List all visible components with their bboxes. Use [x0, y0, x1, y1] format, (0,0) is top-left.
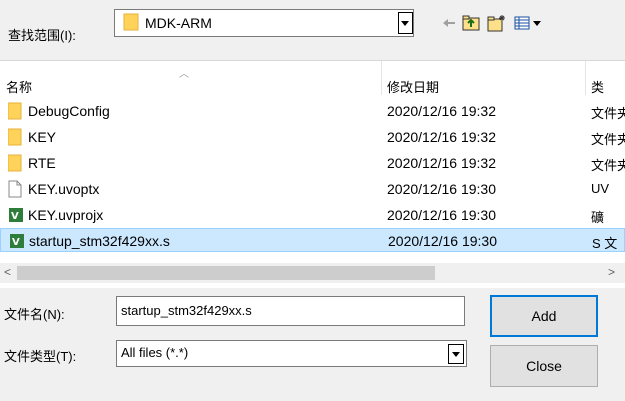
column-date[interactable]: 修改日期 — [387, 77, 439, 96]
new-folder-button[interactable] — [487, 12, 507, 34]
list-item[interactable]: DebugConfig 2020/12/16 19:32 文件夹 — [0, 99, 625, 123]
folder-icon — [7, 102, 22, 123]
column-name[interactable]: 名称 — [6, 77, 32, 96]
scroll-left-icon[interactable]: < — [4, 265, 11, 279]
filename-label: 文件名(N): — [4, 307, 65, 322]
scroll-right-icon[interactable]: > — [608, 265, 615, 279]
scrollbar-thumb[interactable] — [17, 266, 435, 280]
list-item[interactable]: RTE 2020/12/16 19:32 文件夹 — [0, 151, 625, 175]
file-type: UV — [591, 181, 610, 196]
sort-caret-icon: ︿ — [179, 69, 189, 80]
file-type: S 文 — [592, 236, 618, 251]
file-name: KEY.uvoptx — [28, 181, 100, 197]
view-menu-button[interactable] — [513, 12, 543, 34]
svg-text:V: V — [12, 237, 20, 248]
file-date: 2020/12/16 19:30 — [387, 181, 496, 197]
file-date: 2020/12/16 19:32 — [387, 103, 496, 119]
chevron-down-icon — [401, 20, 409, 26]
file-date: 2020/12/16 19:30 — [387, 207, 496, 223]
back-button[interactable] — [440, 12, 458, 34]
folder-icon — [123, 13, 139, 34]
filetype-select[interactable]: All files (*.*) — [116, 340, 467, 367]
file-type: 文件夹 — [591, 158, 625, 173]
back-arrow-icon — [443, 19, 455, 27]
file-date: 2020/12/16 19:32 — [387, 129, 496, 145]
folder-icon — [7, 128, 22, 149]
column-type[interactable]: 类 — [591, 77, 604, 96]
filename-input[interactable]: startup_stm32f429xx.s — [116, 296, 465, 326]
file-name: DebugConfig — [28, 103, 110, 119]
file-type: 礦 — [591, 210, 605, 225]
look-in-combo[interactable]: MDK-ARM — [114, 9, 414, 37]
view-menu-icon — [514, 16, 541, 30]
keil-icon: V — [9, 232, 25, 253]
list-item[interactable]: KEY.uvoptx 2020/12/16 19:30 UV — [0, 177, 625, 201]
chevron-down-icon — [452, 351, 460, 357]
close-button[interactable]: Close — [490, 345, 598, 387]
file-icon — [8, 180, 22, 201]
horizontal-scrollbar[interactable]: < > — [0, 263, 625, 283]
file-date: 2020/12/16 19:30 — [388, 233, 497, 249]
filetype-value: All files (*.*) — [121, 345, 189, 360]
list-item[interactable]: KEY 2020/12/16 19:32 文件夹 — [0, 125, 625, 149]
folder-icon — [7, 154, 22, 175]
add-button[interactable]: Add — [490, 295, 598, 337]
svg-text:V: V — [11, 211, 19, 222]
file-list[interactable]: ︿ 名称 修改日期 类 DebugConfig 2020/12/16 19:32… — [0, 60, 625, 288]
filetype-dropdown-button[interactable] — [448, 344, 464, 364]
filetype-label: 文件类型(T): — [4, 349, 77, 364]
file-name: startup_stm32f429xx.s — [29, 233, 170, 249]
list-item[interactable]: V KEY.uvprojx 2020/12/16 19:30 礦 — [0, 203, 625, 227]
file-name: KEY.uvprojx — [28, 207, 104, 223]
file-name: RTE — [28, 155, 56, 171]
list-item-selected[interactable]: V startup_stm32f429xx.s 2020/12/16 19:30… — [0, 228, 625, 252]
new-folder-icon — [487, 15, 505, 32]
column-header: ︿ 名称 修改日期 类 — [0, 61, 625, 95]
look-in-label: 查找范围(I): — [8, 28, 76, 43]
look-in-dropdown-button[interactable] — [396, 10, 413, 36]
file-name: KEY — [28, 129, 57, 145]
file-type: 文件夹 — [591, 106, 625, 121]
up-folder-button[interactable] — [461, 12, 481, 34]
up-folder-icon — [462, 15, 480, 31]
file-date: 2020/12/16 19:32 — [387, 155, 496, 171]
file-type: 文件夹 — [591, 132, 625, 147]
keil-icon: V — [8, 206, 24, 227]
look-in-value: MDK-ARM — [145, 15, 212, 31]
